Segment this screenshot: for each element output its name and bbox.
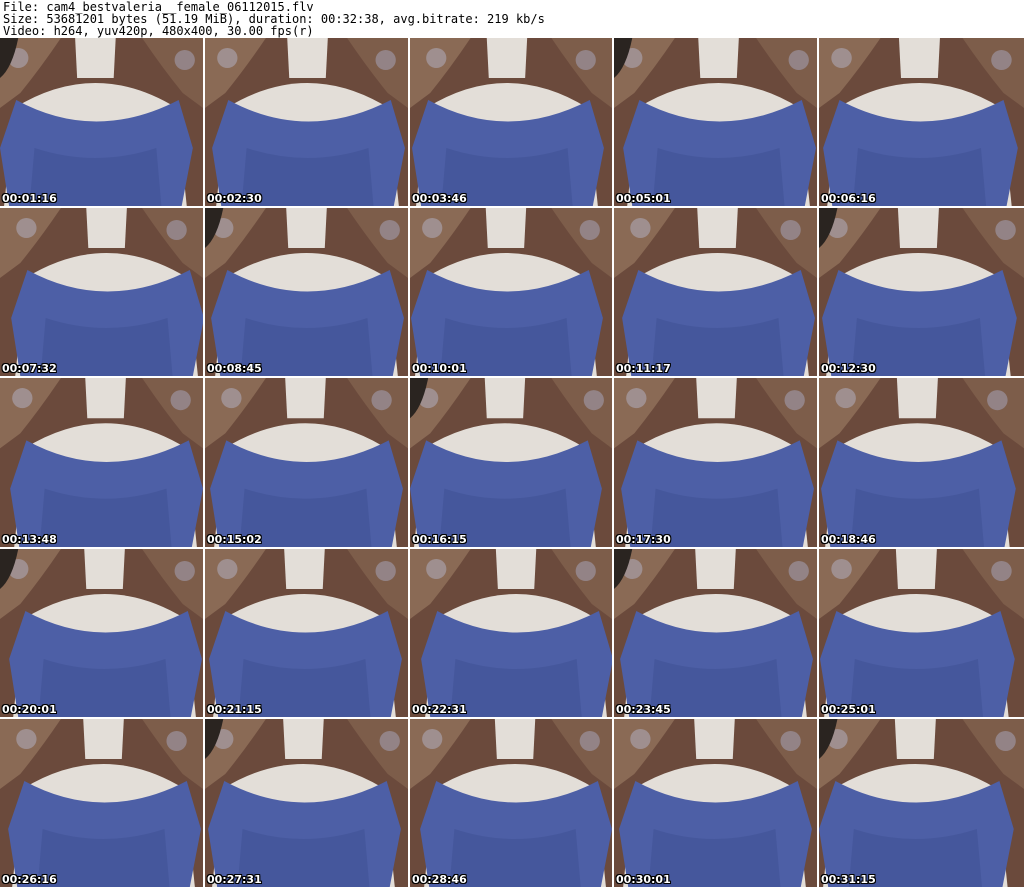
frame-timestamp: 00:17:30	[616, 533, 671, 546]
frame-timestamp: 00:27:31	[207, 873, 262, 886]
frame-timestamp: 00:16:15	[412, 533, 467, 546]
frame-image	[614, 719, 817, 887]
frame-timestamp: 00:23:45	[616, 703, 671, 716]
video-frame-thumbnail: 00:16:15	[410, 378, 612, 547]
video-frame-thumbnail: 00:15:02	[205, 378, 408, 547]
video-frame-thumbnail: 00:05:01	[614, 38, 817, 206]
video-frame-thumbnail: 00:27:31	[205, 719, 408, 887]
frame-image	[205, 378, 408, 547]
frame-timestamp: 00:02:30	[207, 192, 262, 205]
frame-image	[0, 719, 203, 887]
video-frame-thumbnail: 00:31:15	[819, 719, 1024, 887]
video-frame-thumbnail: 00:03:46	[410, 38, 612, 206]
video-frame-thumbnail: 00:17:30	[614, 378, 817, 547]
frame-timestamp: 00:05:01	[616, 192, 671, 205]
frame-timestamp: 00:08:45	[207, 362, 262, 375]
video-frame-thumbnail: 00:08:45	[205, 208, 408, 376]
frame-timestamp: 00:15:02	[207, 533, 262, 546]
video-frame-thumbnail: 00:20:01	[0, 549, 203, 717]
video-frame-thumbnail: 00:11:17	[614, 208, 817, 376]
frame-image	[205, 38, 408, 206]
video-frame-thumbnail: 00:12:30	[819, 208, 1024, 376]
file-info-header: File: cam4_bestvaleria__female_06112015.…	[0, 0, 1024, 38]
video-frame-thumbnail: 00:28:46	[410, 719, 612, 887]
frame-timestamp: 00:28:46	[412, 873, 467, 886]
frame-image	[614, 38, 817, 206]
frame-timestamp: 00:26:16	[2, 873, 57, 886]
frame-timestamp: 00:01:16	[2, 192, 57, 205]
frame-timestamp: 00:30:01	[616, 873, 671, 886]
frame-image	[0, 208, 203, 376]
frame-image	[614, 208, 817, 376]
video-frame-thumbnail: 00:02:30	[205, 38, 408, 206]
frame-image	[0, 38, 203, 206]
frame-timestamp: 00:13:48	[2, 533, 57, 546]
frame-image	[410, 378, 612, 547]
frame-timestamp: 00:20:01	[2, 703, 57, 716]
frame-timestamp: 00:25:01	[821, 703, 876, 716]
frame-timestamp: 00:11:17	[616, 362, 671, 375]
video-frame-thumbnail: 00:22:31	[410, 549, 612, 717]
video-info-line: Video: h264, yuv420p, 480x400, 30.00 fps…	[3, 24, 314, 38]
video-frame-thumbnail: 00:07:32	[0, 208, 203, 376]
frame-timestamp: 00:18:46	[821, 533, 876, 546]
thumbnail-grid: 00:01:16 00:02:30 00:03:46 00:05:01 00:06:16…	[0, 38, 1024, 889]
video-frame-thumbnail: 00:21:15	[205, 549, 408, 717]
frame-image	[410, 549, 612, 717]
frame-timestamp: 00:06:16	[821, 192, 876, 205]
frame-image	[819, 38, 1024, 206]
frame-timestamp: 00:22:31	[412, 703, 467, 716]
frame-timestamp: 00:12:30	[821, 362, 876, 375]
video-frame-thumbnail: 00:01:16	[0, 38, 203, 206]
frame-image	[614, 549, 817, 717]
video-frame-thumbnail: 00:06:16	[819, 38, 1024, 206]
frame-timestamp: 00:21:15	[207, 703, 262, 716]
frame-image	[0, 378, 203, 547]
frame-image	[410, 38, 612, 206]
frame-image	[410, 719, 612, 887]
frame-image	[819, 719, 1024, 887]
frame-timestamp: 00:03:46	[412, 192, 467, 205]
video-frame-thumbnail: 00:10:01	[410, 208, 612, 376]
video-frame-thumbnail: 00:30:01	[614, 719, 817, 887]
frame-image	[205, 719, 408, 887]
frame-image	[410, 208, 612, 376]
frame-image	[205, 549, 408, 717]
frame-image	[614, 378, 817, 547]
frame-image	[819, 549, 1024, 717]
video-frame-thumbnail: 00:26:16	[0, 719, 203, 887]
video-frame-thumbnail: 00:13:48	[0, 378, 203, 547]
video-frame-thumbnail: 00:18:46	[819, 378, 1024, 547]
video-frame-thumbnail: 00:23:45	[614, 549, 817, 717]
frame-timestamp: 00:10:01	[412, 362, 467, 375]
video-frame-thumbnail: 00:25:01	[819, 549, 1024, 717]
frame-image	[819, 208, 1024, 376]
frame-image	[819, 378, 1024, 547]
frame-image	[205, 208, 408, 376]
frame-timestamp: 00:31:15	[821, 873, 876, 886]
frame-image	[0, 549, 203, 717]
frame-timestamp: 00:07:32	[2, 362, 57, 375]
